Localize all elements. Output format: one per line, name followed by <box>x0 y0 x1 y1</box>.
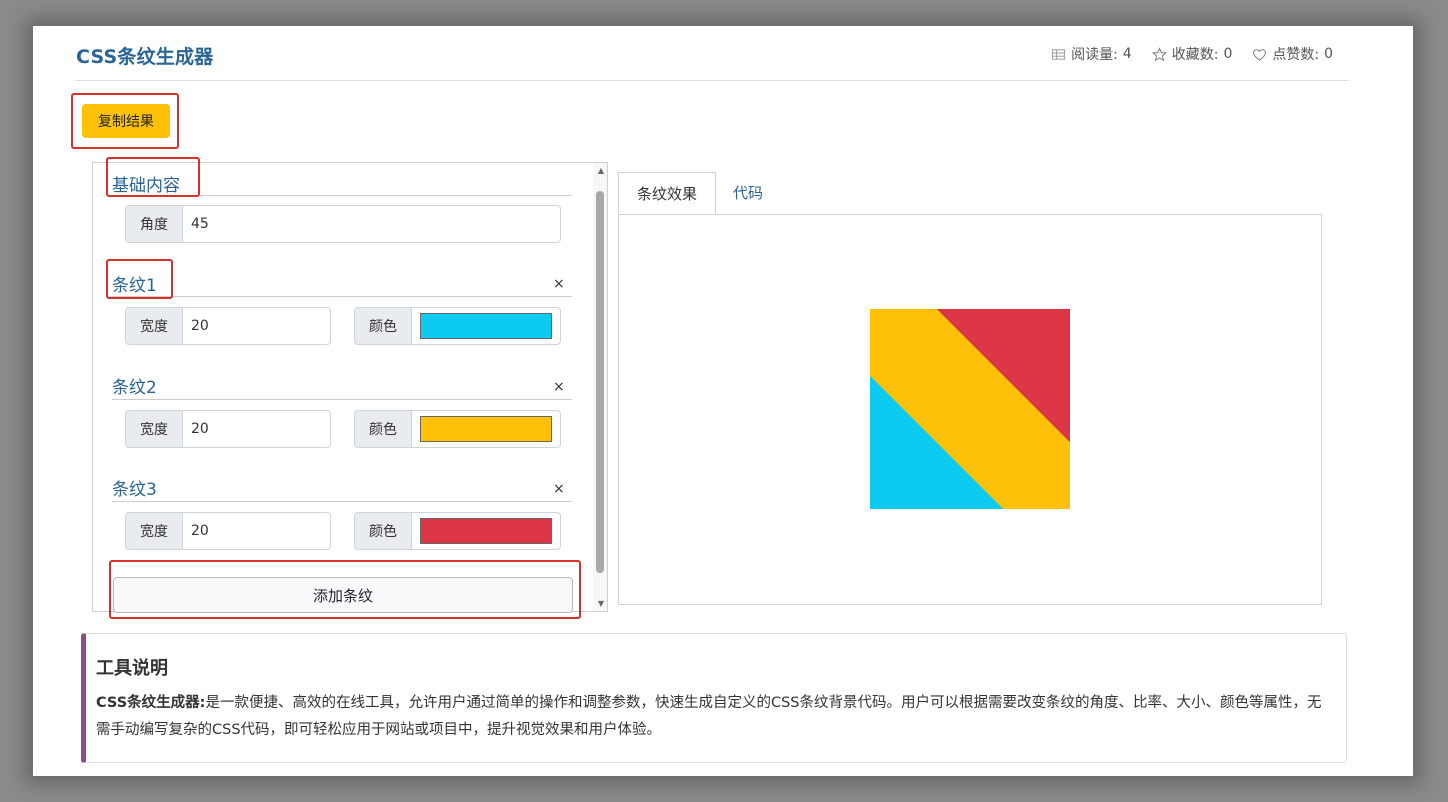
highlight-box <box>106 259 173 299</box>
like-stat[interactable]: 点赞数: 0 <box>1252 44 1333 64</box>
color-label: 颜色 <box>355 308 412 344</box>
stripe-2-width-group: 宽度 20 <box>125 410 331 448</box>
info-body: 是一款便捷、高效的在线工具，允许用户通过简单的操作和调整参数，快速生成自定义的C… <box>96 695 1322 738</box>
info-text: CSS条纹生成器:是一款便捷、高效的在线工具，允许用户通过简单的操作和调整参数，… <box>96 690 1326 744</box>
info-heading: 工具说明 <box>96 658 168 679</box>
angle-label: 角度 <box>126 206 183 242</box>
scroll-up-icon[interactable]: ▲ <box>598 166 604 175</box>
tab-stripe-effect[interactable]: 条纹效果 <box>618 172 716 214</box>
fav-label: 收藏数: <box>1171 47 1219 63</box>
scrollbar-thumb[interactable] <box>596 191 604 573</box>
read-stat: 阅读量: 4 <box>1051 44 1132 64</box>
page-title: CSS条纹生成器 <box>76 46 214 68</box>
scrollbar[interactable]: ▲ ▼ <box>593 163 607 611</box>
stripe-1-width-input[interactable]: 20 <box>183 308 330 344</box>
like-label: 点赞数: <box>1272 47 1320 63</box>
stats-bar: 阅读量: 4 收藏数: 0 点赞数: 0 <box>1051 44 1333 64</box>
highlight-box <box>109 560 581 619</box>
preview-pane <box>618 214 1322 605</box>
copy-result-button[interactable]: 复制结果 <box>82 104 170 138</box>
width-label: 宽度 <box>126 308 183 344</box>
angle-input-group: 角度 45 <box>125 205 561 243</box>
stripe-3-width-group: 宽度 20 <box>125 512 331 550</box>
scroll-down-icon[interactable]: ▼ <box>598 599 604 608</box>
stripe-1-color-picker[interactable] <box>420 313 552 339</box>
table-icon <box>1052 48 1066 60</box>
stripe-2-color-group: 颜色 <box>354 410 561 448</box>
settings-panel[interactable]: ▲ ▼ 基础内容 角度 45 条纹1 × 宽度 20 颜色 条纹2 × 宽度 2… <box>92 162 608 613</box>
fav-count: 0 <box>1223 46 1233 62</box>
heart-icon <box>1253 48 1267 61</box>
star-icon <box>1151 46 1167 61</box>
stripe-2-width-input[interactable]: 20 <box>183 411 330 447</box>
stripe-3-color-picker[interactable] <box>420 518 552 544</box>
angle-input[interactable]: 45 <box>183 206 560 242</box>
stripe-3-close-icon[interactable]: × <box>553 481 565 497</box>
section-divider <box>112 296 572 297</box>
tab-code[interactable]: 代码 <box>718 172 778 212</box>
highlight-box <box>106 157 200 197</box>
read-label: 阅读量: <box>1071 47 1118 63</box>
header-divider <box>75 80 1349 81</box>
stripe-2-color-picker[interactable] <box>420 416 552 442</box>
stripe-1-close-icon[interactable]: × <box>553 276 565 292</box>
stripe-3-width-input[interactable]: 20 <box>183 513 330 549</box>
tool-description: 工具说明 CSS条纹生成器:是一款便捷、高效的在线工具，允许用户通过简单的操作和… <box>81 633 1347 763</box>
stripe-3-color-group: 颜色 <box>354 512 561 550</box>
stripe-1-width-group: 宽度 20 <box>125 307 331 345</box>
color-label: 颜色 <box>355 411 412 447</box>
stripe-1-color-group: 颜色 <box>354 307 561 345</box>
stripe-2-close-icon[interactable]: × <box>553 379 565 395</box>
width-label: 宽度 <box>126 513 183 549</box>
read-count: 4 <box>1122 46 1132 62</box>
color-label: 颜色 <box>355 513 412 549</box>
stripe-preview <box>870 309 1070 509</box>
like-count: 0 <box>1324 46 1333 62</box>
section-divider <box>112 501 572 502</box>
stripe-3-title: 条纹3 <box>112 480 157 500</box>
width-label: 宽度 <box>126 411 183 447</box>
stripe-2-title: 条纹2 <box>112 378 157 398</box>
tool-card: CSS条纹生成器 阅读量: 4 收藏数: 0 点赞数: 0 复制结果 ▲ ▼ 基… <box>33 26 1413 776</box>
fav-stat[interactable]: 收藏数: 0 <box>1151 44 1233 64</box>
info-lead: CSS条纹生成器: <box>96 695 206 711</box>
section-divider <box>112 399 572 400</box>
